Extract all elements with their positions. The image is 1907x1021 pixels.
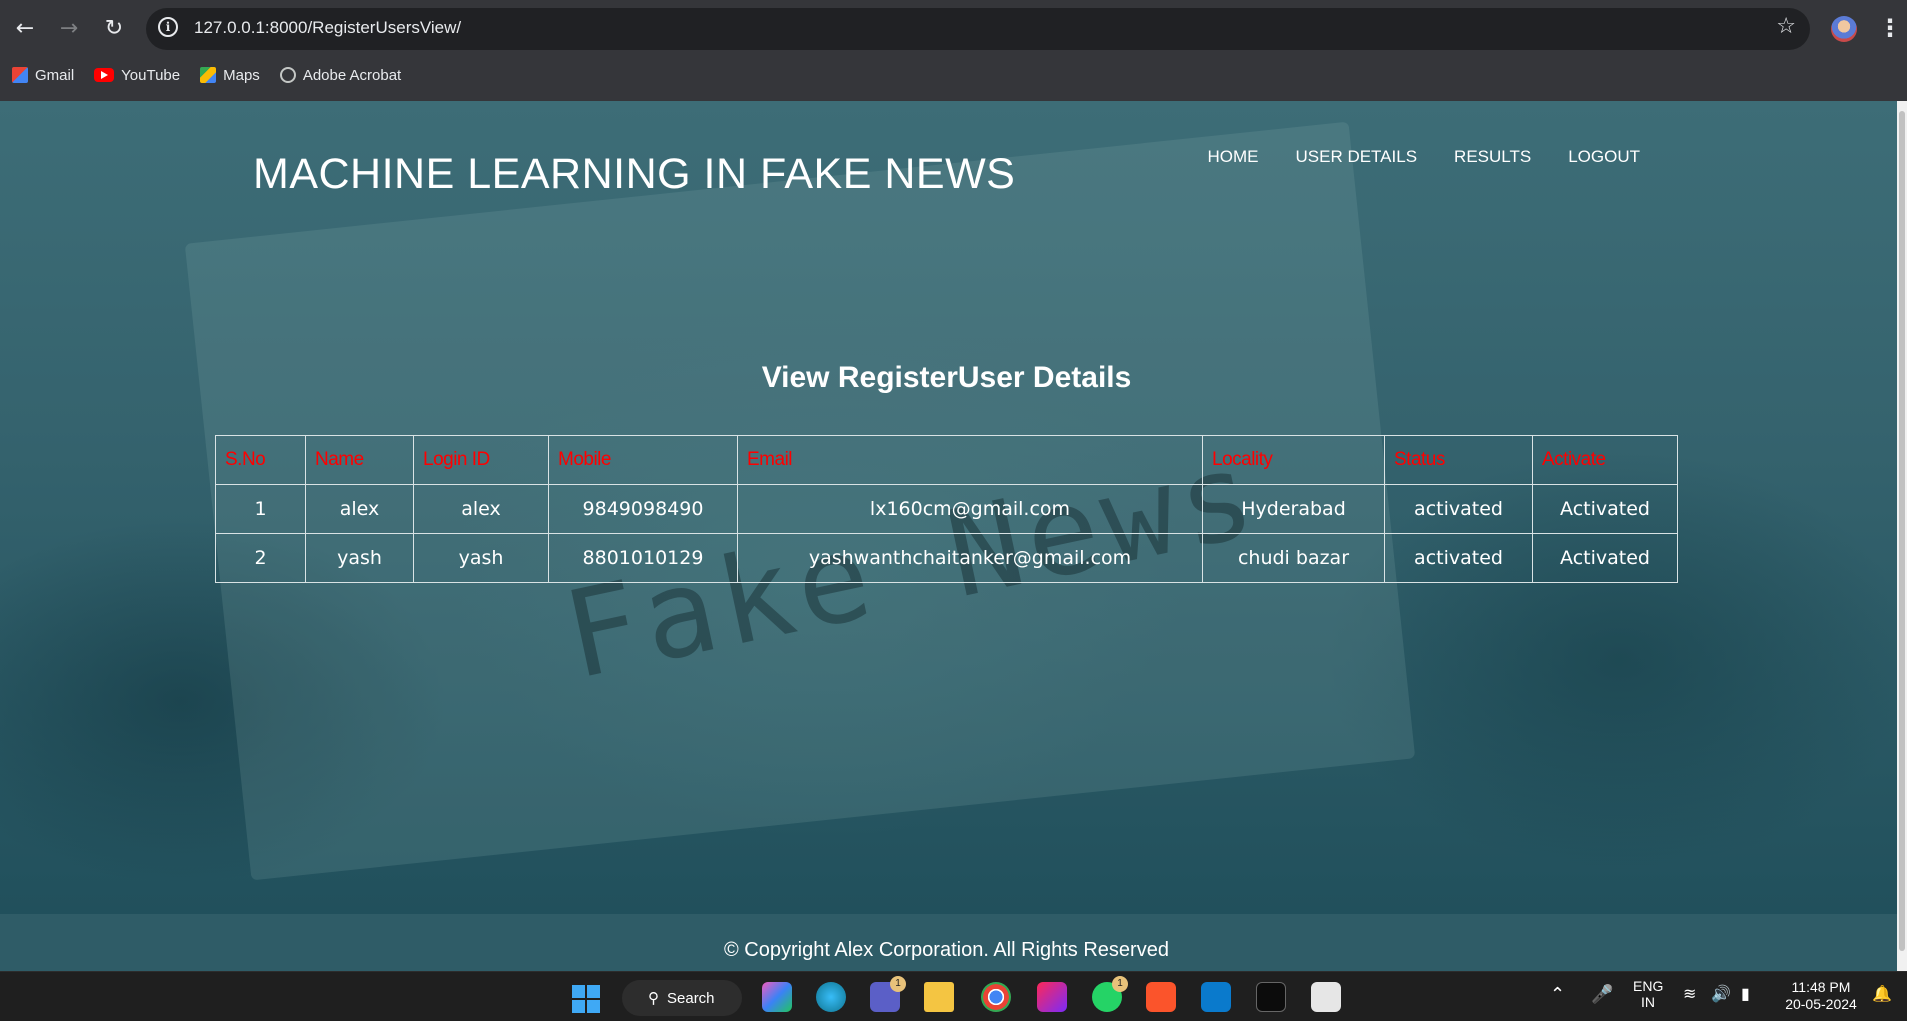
snipping-tool-icon[interactable]	[1311, 982, 1341, 1012]
back-arrow-icon[interactable]: ←	[9, 12, 41, 44]
bookmark-adobe-acrobat[interactable]: Adobe Acrobat	[279, 66, 402, 84]
column-header: S.No	[215, 435, 306, 485]
wifi-icon[interactable]: ≋	[1683, 984, 1696, 1004]
table-row: 2 yash yash 8801010129 yashwanthchaitank…	[215, 533, 1678, 583]
notifications-icon[interactable]: 🔔	[1872, 984, 1892, 1004]
clock-date: 20-05-2024	[1785, 996, 1857, 1012]
cell-login-id: alex	[413, 484, 549, 534]
nav-home[interactable]: HOME	[1207, 147, 1258, 167]
nav-user-details[interactable]: USER DETAILS	[1295, 147, 1417, 167]
chrome-icon[interactable]	[981, 982, 1011, 1012]
site-info-icon[interactable]: i	[158, 17, 178, 37]
browser-toolbar: ← → ↻ i 127.0.0.1:8000/RegisterUsersView…	[0, 0, 1907, 101]
clock[interactable]: 11:48 PM 20-05-2024	[1783, 979, 1859, 1013]
bookmark-label: YouTube	[121, 66, 181, 84]
teams-badge: 1	[890, 976, 906, 992]
web-page: Fake News MACHINE LEARNING IN FAKE NEWS …	[0, 101, 1897, 971]
bookmark-youtube[interactable]: YouTube	[94, 67, 180, 84]
bookmark-gmail[interactable]: Gmail	[12, 67, 74, 84]
cell-login-id: yash	[413, 533, 549, 583]
globe-icon	[279, 67, 296, 83]
users-table: S.No Name Login ID Mobile Email Locality…	[215, 435, 1678, 583]
search-label: Search	[667, 989, 715, 1007]
section-title: View RegisterUser Details	[761, 361, 1132, 394]
cell-email: yashwanthchaitanker@gmail.com	[737, 533, 1203, 583]
gmail-icon	[12, 67, 28, 83]
terminal-icon[interactable]	[1256, 982, 1286, 1012]
scrollbar-thumb[interactable]	[1899, 111, 1905, 951]
column-header: Status	[1384, 435, 1533, 485]
table-row: 1 alex alex 9849098490 lx160cm@gmail.com…	[215, 484, 1678, 534]
language-code: ENG	[1633, 978, 1664, 994]
vscode-icon[interactable]	[1201, 982, 1231, 1012]
edge-icon[interactable]	[816, 982, 846, 1012]
column-header: Login ID	[413, 435, 549, 485]
cell-locality: Hyderabad	[1202, 484, 1385, 534]
whatsapp-icon[interactable]: 1	[1092, 976, 1128, 1012]
region-code: IN	[1641, 994, 1655, 1010]
cell-status: activated	[1384, 533, 1533, 583]
cell-name: alex	[305, 484, 414, 534]
bookmark-label: Adobe Acrobat	[302, 66, 402, 84]
profile-avatar[interactable]	[1831, 16, 1857, 42]
cell-mobile: 9849098490	[548, 484, 738, 534]
cell-mobile: 8801010129	[548, 533, 738, 583]
volume-icon[interactable]: 🔊	[1711, 984, 1731, 1004]
tray-overflow-icon[interactable]: ⌃	[1550, 984, 1565, 1005]
bookmark-star-icon[interactable]: ☆	[1776, 14, 1796, 39]
column-header: Activate	[1532, 435, 1678, 485]
microphone-icon[interactable]: 🎤	[1591, 984, 1613, 1005]
address-bar[interactable]: i 127.0.0.1:8000/RegisterUsersView/ ☆	[146, 8, 1810, 50]
language-indicator[interactable]: ENG IN	[1633, 978, 1663, 1010]
battery-icon[interactable]: ▮	[1741, 984, 1750, 1004]
cell-sno: 1	[215, 484, 306, 534]
file-explorer-icon[interactable]	[924, 982, 954, 1012]
forward-arrow-icon[interactable]: →	[53, 12, 85, 44]
cell-sno: 2	[215, 533, 306, 583]
taskbar: ⚲ Search 1 1 ⌃ 🎤 ENG IN ≋ 🔊 ▮ 11:48 PM 2…	[0, 971, 1907, 1021]
brave-icon[interactable]	[1146, 982, 1176, 1012]
nav-results[interactable]: RESULTS	[1454, 147, 1531, 167]
bookmark-maps[interactable]: Maps	[200, 67, 260, 84]
cell-name: yash	[305, 533, 414, 583]
nav-logout[interactable]: LOGOUT	[1568, 147, 1640, 167]
cell-activate[interactable]: Activated	[1532, 533, 1678, 583]
address-url[interactable]: 127.0.0.1:8000/RegisterUsersView/	[194, 18, 461, 38]
windows-start-icon[interactable]	[572, 985, 600, 1013]
column-header: Mobile	[548, 435, 738, 485]
site-title[interactable]: MACHINE LEARNING IN FAKE NEWS	[253, 150, 1015, 199]
youtube-icon	[94, 68, 115, 82]
browser-menu-icon[interactable]: ⋮	[1878, 12, 1902, 44]
copyright-text: © Copyright Alex Corporation. All Rights…	[724, 939, 1169, 961]
clock-time: 11:48 PM	[1791, 979, 1851, 995]
reload-icon[interactable]: ↻	[98, 12, 130, 44]
cell-locality: chudi bazar	[1202, 533, 1385, 583]
bookmark-label: Gmail	[35, 66, 75, 84]
column-header: Locality	[1202, 435, 1385, 485]
whatsapp-badge: 1	[1112, 976, 1128, 992]
search-icon: ⚲	[648, 990, 659, 1007]
cell-email: lx160cm@gmail.com	[737, 484, 1203, 534]
bookmark-label: Maps	[223, 66, 260, 84]
cell-activate[interactable]: Activated	[1532, 484, 1678, 534]
column-header: Email	[737, 435, 1203, 485]
cell-status: activated	[1384, 484, 1533, 534]
bookmarks-bar: Gmail YouTube Maps Adobe Acrobat	[12, 64, 401, 86]
page-scrollbar[interactable]	[1897, 101, 1907, 971]
intellij-icon[interactable]	[1037, 982, 1067, 1012]
teams-icon[interactable]: 1	[870, 976, 906, 1012]
main-nav: HOME USER DETAILS RESULTS LOGOUT	[1207, 147, 1640, 167]
taskbar-search[interactable]: ⚲ Search	[622, 980, 742, 1016]
maps-icon	[200, 67, 217, 83]
column-header: Name	[305, 435, 414, 485]
copilot-icon[interactable]	[762, 982, 792, 1012]
table-header-row: S.No Name Login ID Mobile Email Locality…	[215, 435, 1678, 485]
